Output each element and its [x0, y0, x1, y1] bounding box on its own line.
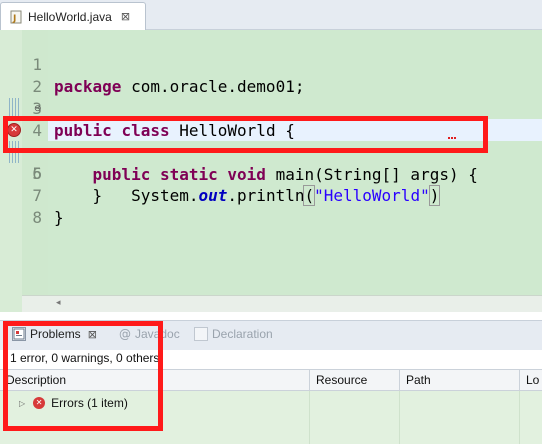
close-tab-icon[interactable]: ⊠ — [121, 11, 130, 22]
declaration-icon — [194, 327, 208, 341]
editor-tab-bar: J HelloWorld.java ⊠ — [0, 0, 542, 30]
line-number: 8 — [32, 208, 42, 227]
code-line: 2 — [0, 54, 542, 96]
highlight-box-problems — [3, 321, 163, 431]
tab-label: Declaration — [212, 327, 273, 341]
column-header-location[interactable]: Lo — [520, 370, 542, 392]
horizontal-scrollbar[interactable]: ◂ — [22, 295, 542, 312]
svg-text:J: J — [12, 14, 16, 24]
tab-declaration[interactable]: Declaration — [194, 327, 273, 341]
code-line: 8 — [0, 185, 542, 227]
tab-label: HelloWorld.java — [28, 9, 112, 24]
tab-helloworld-java[interactable]: J HelloWorld.java ⊠ — [0, 2, 146, 30]
highlight-box-error-line — [3, 116, 488, 153]
scroll-left-icon[interactable]: ◂ — [56, 298, 61, 308]
code-line: 1 package com.oracle.demo01; — [0, 32, 542, 96]
code-text: } — [54, 208, 64, 227]
code-line: 3 public class HelloWorld { — [0, 76, 542, 140]
java-file-icon: J — [9, 10, 23, 24]
code-editor[interactable]: 1 package com.oracle.demo01; 2 3 public … — [0, 30, 542, 320]
column-header-path[interactable]: Path — [400, 370, 520, 392]
code-line: 7 } — [0, 163, 542, 227]
column-header-resource[interactable]: Resource — [310, 370, 400, 392]
